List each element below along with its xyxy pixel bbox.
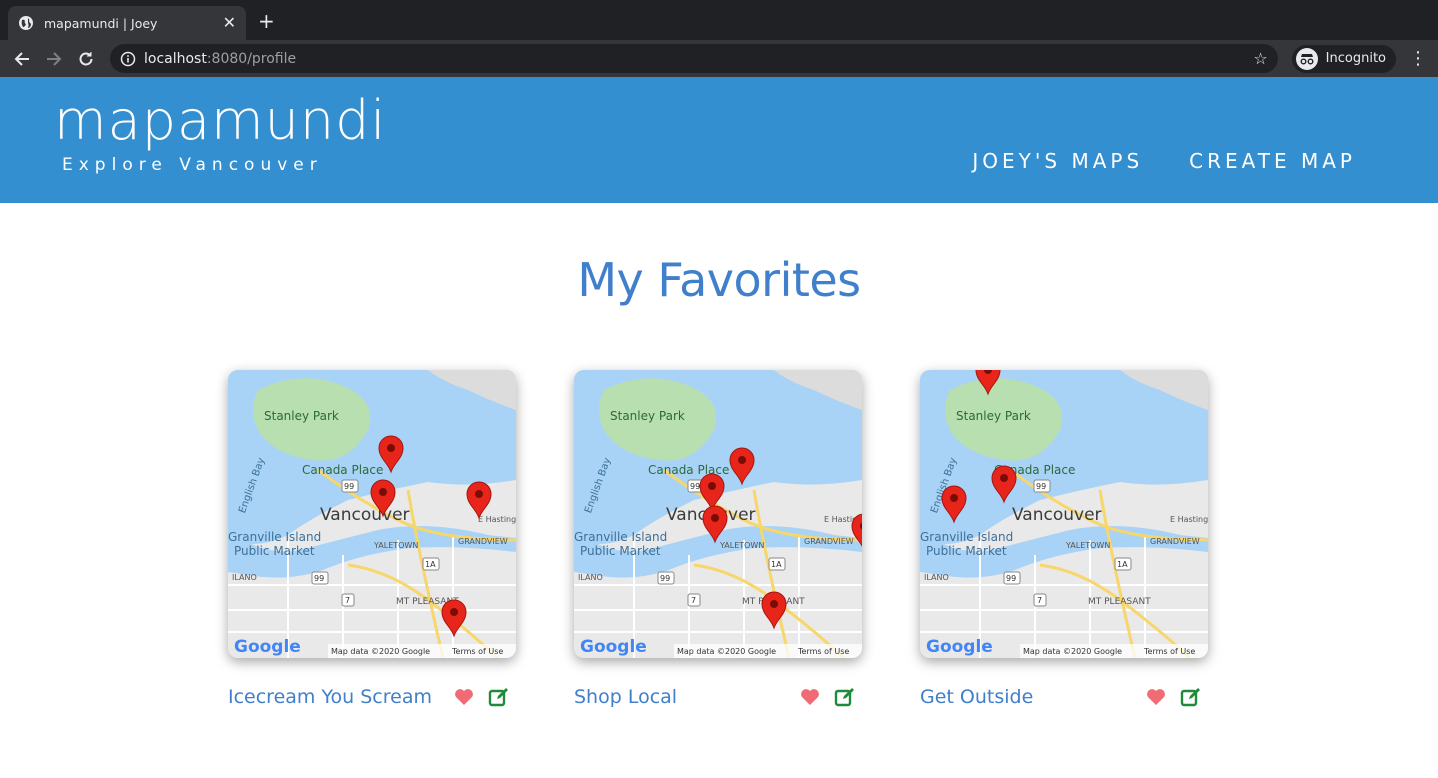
brand-tagline: Explore Vancouver <box>62 155 323 175</box>
map-thumbnail[interactable]: Stanley Park Canada Place English Bay Va… <box>574 370 862 658</box>
map-label-yaletown: YALETOWN <box>719 541 764 550</box>
highway-99-label: 99 <box>1036 482 1046 491</box>
map-label-e-hastings: E Hasting <box>1170 515 1208 524</box>
globe-icon <box>19 16 33 30</box>
heart-icon[interactable] <box>1146 688 1166 706</box>
map-label-kitsilano: ILANO <box>232 573 257 582</box>
address-bar[interactable]: localhost:8080/profile ☆ <box>110 44 1278 73</box>
map-label-public-market: Public Market <box>234 544 315 558</box>
reload-icon[interactable] <box>72 45 100 73</box>
map-label-public-market: Public Market <box>580 544 661 558</box>
highway-7-label: 7 <box>345 596 350 605</box>
nav-joeys-maps[interactable]: JOEY'S MAPS <box>972 149 1143 173</box>
highway-1a-label: 1A <box>1117 560 1128 569</box>
map-label-stanley-park: Stanley Park <box>610 409 685 423</box>
map-label-mt-pleasant: MT PLEASANT <box>1088 597 1151 607</box>
highway-99-label-south: 99 <box>314 574 324 583</box>
map-label-e-hastings: E Hasting <box>478 515 516 524</box>
map-title-link[interactable]: Get Outside <box>920 686 1146 708</box>
map-label-yaletown: YALETOWN <box>373 541 418 550</box>
map-data-attribution: Map data ©2020 Google <box>677 647 776 656</box>
heart-icon[interactable] <box>800 688 820 706</box>
browser-toolbar: localhost:8080/profile ☆ Incognito ⋮ <box>0 40 1438 77</box>
page-title: My Favorites <box>577 253 861 307</box>
map-label-stanley-park: Stanley Park <box>264 409 339 423</box>
highway-99-label: 99 <box>344 482 354 491</box>
info-icon[interactable] <box>120 51 136 67</box>
incognito-icon <box>1295 47 1318 70</box>
url-host: localhost <box>144 50 207 67</box>
incognito-label: Incognito <box>1325 51 1386 66</box>
incognito-badge[interactable]: Incognito <box>1291 44 1396 73</box>
google-logo: Google <box>234 637 301 657</box>
map-label-grandview: GRANDVIEW <box>458 537 508 546</box>
map-label-granville-island: Granville Island <box>920 530 1013 544</box>
terms-of-use-link: Terms of Use <box>451 647 503 656</box>
highway-99-label: 99 <box>690 482 700 491</box>
highway-1a-label: 1A <box>425 560 436 569</box>
terms-of-use-link: Terms of Use <box>797 647 849 656</box>
card-footer: Icecream You Scream <box>228 686 516 708</box>
map-label-public-market: Public Market <box>926 544 1007 558</box>
nav-create-map[interactable]: CREATE MAP <box>1189 149 1356 173</box>
map-label-kitsilano: ILANO <box>578 573 603 582</box>
highway-1a-label: 1A <box>771 560 782 569</box>
favorites-grid: Stanley Park Canada Place English Bay Va… <box>228 370 1208 708</box>
edit-icon[interactable] <box>834 686 856 708</box>
map-card: Stanley Park Canada Place English Bay Va… <box>574 370 862 708</box>
google-logo: Google <box>926 637 993 657</box>
browser-tabbar: mapamundi | Joey ✕ + <box>0 0 1438 40</box>
map-card: Stanley Park Canada Place English Bay Va… <box>228 370 516 708</box>
edit-icon[interactable] <box>488 686 510 708</box>
map-label-grandview: GRANDVIEW <box>1150 537 1200 546</box>
map-label-canada-place: Canada Place <box>302 463 383 477</box>
map-title-link[interactable]: Icecream You Scream <box>228 686 454 708</box>
tab-title: mapamundi | Joey <box>44 15 158 31</box>
highway-7-label: 7 <box>691 596 696 605</box>
brand-logo[interactable]: mapamundi <box>54 89 386 152</box>
bookmark-star-icon[interactable]: ☆ <box>1253 49 1267 68</box>
browser-tab[interactable]: mapamundi | Joey ✕ <box>8 6 246 40</box>
terms-of-use-link: Terms of Use <box>1143 647 1195 656</box>
highway-99-label-south: 99 <box>660 574 670 583</box>
card-footer: Get Outside <box>920 686 1208 708</box>
edit-icon[interactable] <box>1180 686 1202 708</box>
url-path: :8080/profile <box>206 50 297 67</box>
map-label-granville-island: Granville Island <box>574 530 667 544</box>
back-arrow-icon[interactable] <box>8 45 36 73</box>
forward-arrow-icon[interactable] <box>40 45 68 73</box>
kebab-menu-icon[interactable]: ⋮ <box>1406 48 1430 69</box>
map-label-yaletown: YALETOWN <box>1065 541 1110 550</box>
highway-99-label-south: 99 <box>1006 574 1016 583</box>
map-label-vancouver: Vancouver <box>320 505 410 525</box>
map-label-granville-island: Granville Island <box>228 530 321 544</box>
close-tab-icon[interactable]: ✕ <box>223 15 236 31</box>
map-thumbnail[interactable]: Stanley Park Canada Place English Bay Va… <box>228 370 516 658</box>
map-title-link[interactable]: Shop Local <box>574 686 800 708</box>
new-tab-icon[interactable]: + <box>258 11 275 31</box>
map-data-attribution: Map data ©2020 Google <box>331 647 430 656</box>
map-data-attribution: Map data ©2020 Google <box>1023 647 1122 656</box>
heart-icon[interactable] <box>454 688 474 706</box>
map-label-stanley-park: Stanley Park <box>956 409 1031 423</box>
map-label-vancouver: Vancouver <box>1012 505 1102 525</box>
map-card: Stanley Park Canada Place English Bay Va… <box>920 370 1208 708</box>
highway-7-label: 7 <box>1037 596 1042 605</box>
google-logo: Google <box>580 637 647 657</box>
map-label-kitsilano: ILANO <box>924 573 949 582</box>
card-footer: Shop Local <box>574 686 862 708</box>
site-header: mapamundi Explore Vancouver JOEY'S MAPS … <box>0 77 1438 203</box>
main-nav: JOEY'S MAPS CREATE MAP <box>972 149 1356 173</box>
map-label-grandview: GRANDVIEW <box>804 537 854 546</box>
map-thumbnail[interactable]: Stanley Park Canada Place English Bay Va… <box>920 370 1208 658</box>
